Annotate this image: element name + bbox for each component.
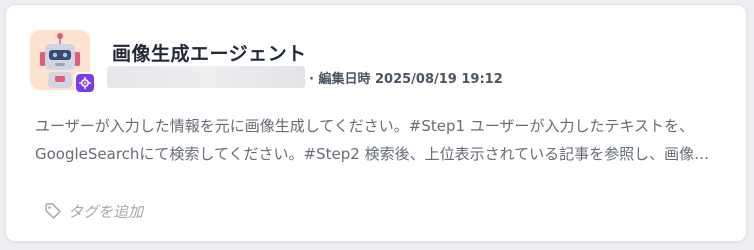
description-line: ユーザーが入力した情報を元に画像生成してください。#Step1 ユーザーが入力し… [35,117,695,135]
meta-row: · 編集日時 2025/08/19 19:12 [107,66,503,88]
agent-avatar [30,30,96,94]
redacted-author [107,66,305,88]
agent-type-badge [74,72,96,94]
agent-title[interactable]: 画像生成エージェント [112,39,307,66]
edit-timestamp: · 編集日時 2025/08/19 19:12 [309,71,503,87]
add-tag-button[interactable]: タグを追加 [44,199,143,223]
agent-description: ユーザーが入力した情報を元に画像生成してください。#Step1 ユーザーが入力し… [35,112,735,168]
add-tag-label: タグを追加 [68,202,144,221]
agent-card[interactable]: 画像生成エージェント · 編集日時 2025/08/19 19:12 ユーザーが… [5,4,747,242]
description-line: GoogleSearchにて検索してください。#Step2 検索後、上位表示され… [35,145,710,163]
gear-icon [79,77,91,89]
tag-icon [45,203,61,219]
